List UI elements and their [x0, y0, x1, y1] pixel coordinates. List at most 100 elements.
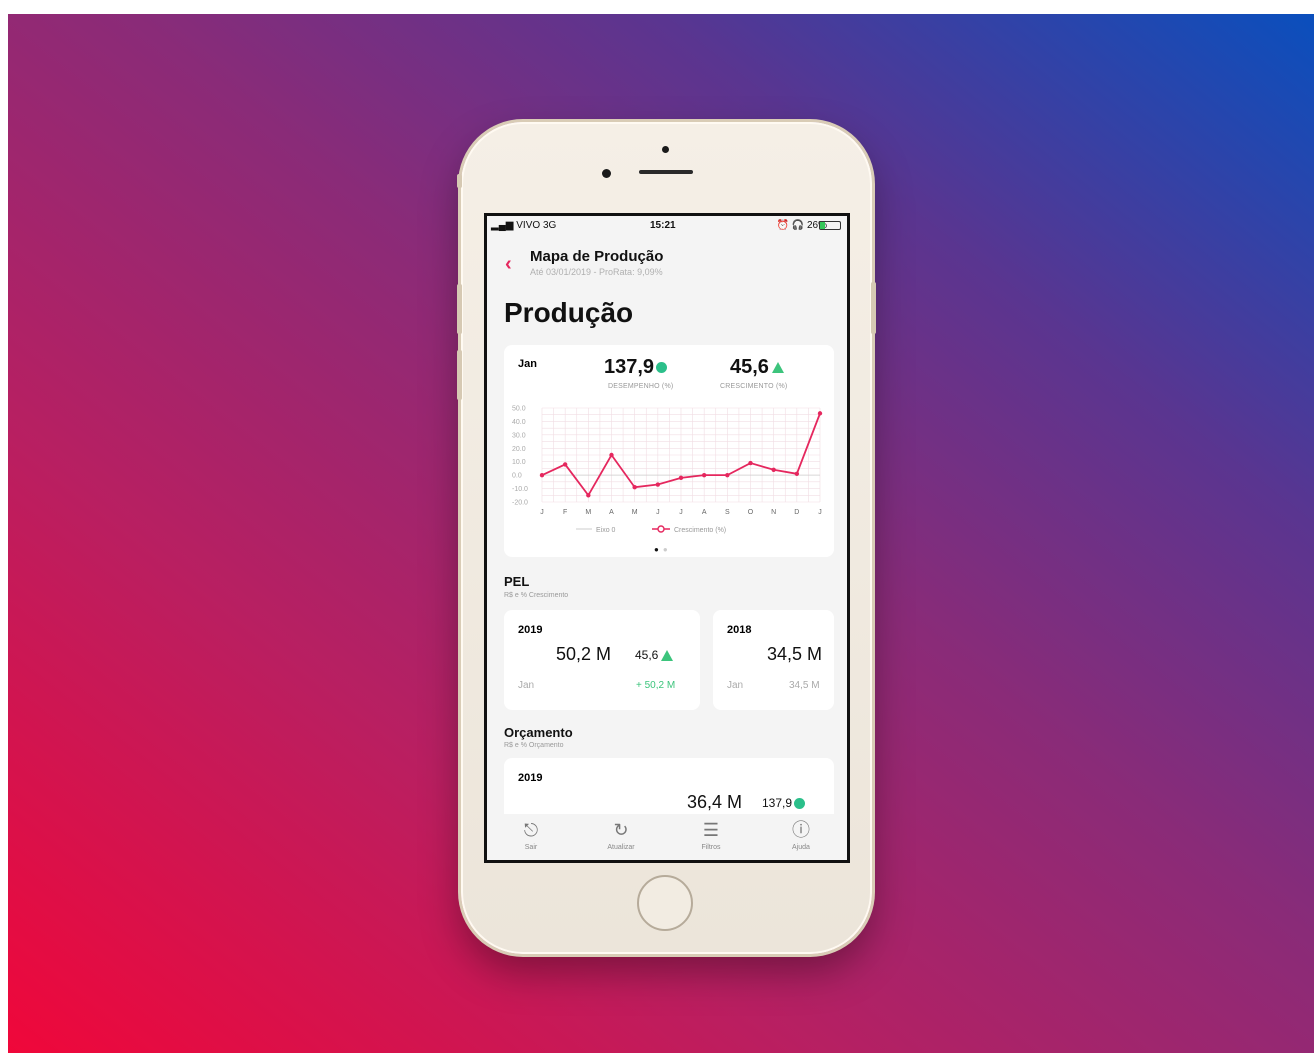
x-tick-label: J	[679, 509, 683, 516]
logout-icon: ⎋	[523, 820, 539, 840]
pel-2019-value: 50,2 M	[556, 644, 612, 664]
growth-point	[539, 472, 545, 478]
desempenho-number: 137,9	[604, 356, 655, 378]
x-tick-label: F	[563, 509, 567, 516]
legend-eixo-label: Eixo 0	[596, 527, 616, 534]
pel-2018-month: Jan	[727, 680, 744, 691]
growth-point	[632, 485, 637, 490]
growth-point	[794, 471, 800, 476]
growth-point	[701, 472, 707, 478]
status-bar: ▂▄▆ VIVO 3G 15:21 ⏰ 🎧 26%	[487, 216, 847, 234]
growth-point	[609, 452, 614, 458]
orcamento-pct-number: 137,9	[762, 796, 793, 810]
signal-icon: ▂▄▆	[491, 220, 514, 231]
orcamento-title: Orçamento	[504, 725, 573, 740]
x-tick-label: A	[702, 509, 707, 516]
x-tick-label: O	[748, 509, 754, 516]
alarm-icon: ⏰	[776, 220, 789, 231]
x-tick-label: N	[771, 509, 776, 516]
x-tick-label: A	[609, 509, 614, 516]
battery-icon	[819, 221, 841, 230]
growth-point	[562, 462, 568, 467]
app-screen: ▂▄▆ VIVO 3G 15:21 ⏰ 🎧 26% ‹ Mapa de Prod…	[484, 213, 850, 863]
growth-point	[771, 467, 776, 472]
pel-2019-month: Jan	[518, 680, 535, 691]
x-tick-label: J	[540, 509, 544, 516]
pel-2018-year: 2018	[727, 624, 752, 636]
x-tick-label: M	[632, 509, 638, 516]
growth-point	[678, 475, 684, 481]
mute-switch	[457, 174, 462, 188]
growth-point	[655, 482, 661, 487]
legend-crescimento-label: Crescimento (%)	[674, 527, 726, 534]
desempenho-value: 137,9	[604, 356, 668, 379]
trend-up-icon	[771, 362, 784, 374]
orcamento-subtitle: R$ e % Orçamento	[504, 742, 564, 749]
y-tick-label: 10.0	[512, 459, 526, 466]
x-tick-label: M	[585, 509, 591, 516]
performance-chart-card[interactable]: Jan 137,9 DESEMPENHO (%) 45,6 CRESCIMENT…	[504, 345, 834, 557]
tab-label-filtros: Filtros	[701, 844, 721, 851]
x-tick-label: J	[818, 509, 822, 516]
y-tick-label: 0.0	[512, 473, 522, 480]
trend-up-icon	[661, 650, 674, 662]
tab-atualizar[interactable]: ↻ Atualizar	[591, 820, 651, 851]
front-camera	[662, 146, 669, 153]
status-dot-icon	[794, 798, 806, 810]
page-title: Produção	[504, 297, 634, 328]
volume-down-button	[457, 350, 462, 400]
network-type: 3G	[542, 220, 557, 231]
y-tick-label: 40.0	[512, 419, 526, 426]
orcamento-value: 36,4 M	[687, 792, 743, 812]
volume-up-button	[457, 284, 462, 334]
nav-subtitle: Até 03/01/2019 - ProRata: 9,09%	[530, 267, 663, 277]
orcamento-pct: 137,9	[762, 796, 806, 810]
refresh-icon: ↻	[613, 820, 629, 840]
legend-crescimento-marker	[657, 525, 665, 533]
pel-2018-foot-value: 34,5 M	[789, 680, 820, 691]
y-tick-label: 30.0	[512, 432, 526, 439]
pel-2019-pct-number: 45,6	[635, 648, 659, 662]
tab-ajuda[interactable]: ⓘ Ajuda	[771, 820, 831, 851]
growth-line-chart: 50.0 40.0 30.0 20.0 10.0 0.0 -10.0 -20.0 J F M A M J J…	[512, 406, 823, 534]
orcamento-year: 2019	[518, 772, 543, 784]
page-indicator[interactable]: ●●	[654, 545, 672, 554]
growth-point	[748, 460, 753, 466]
tab-label-atualizar: Atualizar	[607, 844, 635, 851]
pel-2018-value: 34,5 M	[767, 644, 823, 664]
x-tick-label: S	[725, 509, 730, 516]
pel-subtitle: R$ e % Crescimento	[504, 592, 569, 599]
tab-label-ajuda: Ajuda	[792, 844, 810, 851]
phone-device: ▂▄▆ VIVO 3G 15:21 ⏰ 🎧 26% ‹ Mapa de Prod…	[457, 122, 876, 954]
home-button[interactable]	[637, 875, 693, 931]
tab-filtros[interactable]: ☰ Filtros	[681, 820, 741, 851]
y-tick-label: 50.0	[512, 406, 526, 413]
carrier-info: ▂▄▆ VIVO 3G	[491, 220, 556, 231]
growth-point	[586, 493, 591, 498]
pel-card-2018[interactable]: 2018 34,5 M Jan 34,5 M	[713, 610, 834, 710]
tab-label-sair: Sair	[524, 844, 538, 851]
back-chevron-icon[interactable]: ‹	[505, 254, 519, 274]
status-time: 15:21	[650, 220, 676, 231]
desempenho-label: DESEMPENHO (%)	[608, 383, 674, 390]
tab-sair[interactable]: ⎋ Sair	[501, 820, 561, 851]
crescimento-number: 45,6	[730, 356, 769, 378]
pel-card-2019[interactable]: 2019 50,2 M 45,6 Jan + 50,2 M	[504, 610, 700, 710]
pel-2019-pct: 45,6	[635, 648, 674, 662]
y-tick-label: -10.0	[512, 486, 528, 493]
crescimento-value: 45,6	[730, 356, 784, 379]
y-tick-label: -20.0	[512, 500, 528, 507]
pel-2019-delta: + 50,2 M	[636, 680, 676, 691]
pel-title: PEL	[504, 574, 530, 589]
earpiece-speaker	[639, 170, 693, 174]
x-tick-label: D	[794, 509, 799, 516]
power-button	[871, 282, 876, 334]
headphones-icon: 🎧	[791, 220, 805, 231]
y-tick-label: 20.0	[512, 446, 526, 453]
proximity-sensor	[602, 169, 611, 178]
pel-2019-year: 2019	[518, 624, 543, 636]
status-dot-icon	[656, 362, 668, 374]
help-icon: ⓘ	[792, 820, 810, 840]
growth-point	[817, 411, 823, 416]
x-tick-label: J	[656, 509, 660, 516]
